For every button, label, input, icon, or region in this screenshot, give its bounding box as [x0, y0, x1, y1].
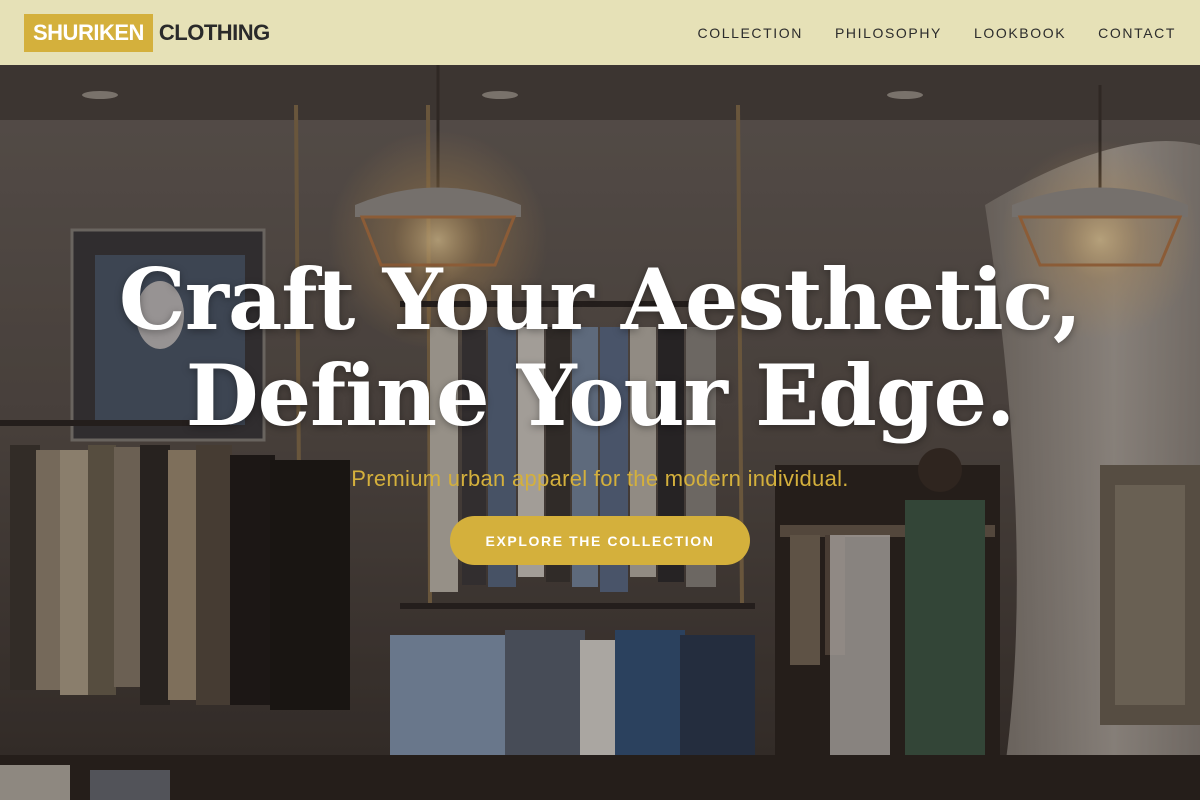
nav-link-contact[interactable]: CONTACT: [1098, 25, 1176, 41]
nav-link-philosophy[interactable]: PHILOSOPHY: [835, 25, 942, 41]
nav-link-lookbook[interactable]: LOOKBOOK: [974, 25, 1066, 41]
explore-collection-button[interactable]: EXPLORE THE COLLECTION: [450, 516, 750, 565]
hero-headline: Craft Your Aesthetic, Define Your Edge.: [118, 250, 1082, 445]
hero-headline-line-2: Define Your Edge.: [185, 346, 1016, 445]
nav-link-collection[interactable]: COLLECTION: [698, 25, 803, 41]
hero-content: Craft Your Aesthetic, Define Your Edge. …: [0, 65, 1200, 800]
site-header: SHURIKEN CLOTHING COLLECTION PHILOSOPHY …: [0, 0, 1200, 65]
brand-logo[interactable]: SHURIKEN CLOTHING: [24, 13, 270, 52]
brand-logo-name: CLOTHING: [158, 19, 270, 45]
hero-section: Craft Your Aesthetic, Define Your Edge. …: [0, 65, 1200, 800]
brand-logo-highlight: SHURIKEN: [24, 13, 153, 52]
main-nav: COLLECTION PHILOSOPHY LOOKBOOK CONTACT: [666, 25, 1177, 41]
hero-subheading: Premium urban apparel for the modern ind…: [351, 466, 849, 491]
hero-headline-line-1: Craft Your Aesthetic,: [118, 250, 1082, 349]
